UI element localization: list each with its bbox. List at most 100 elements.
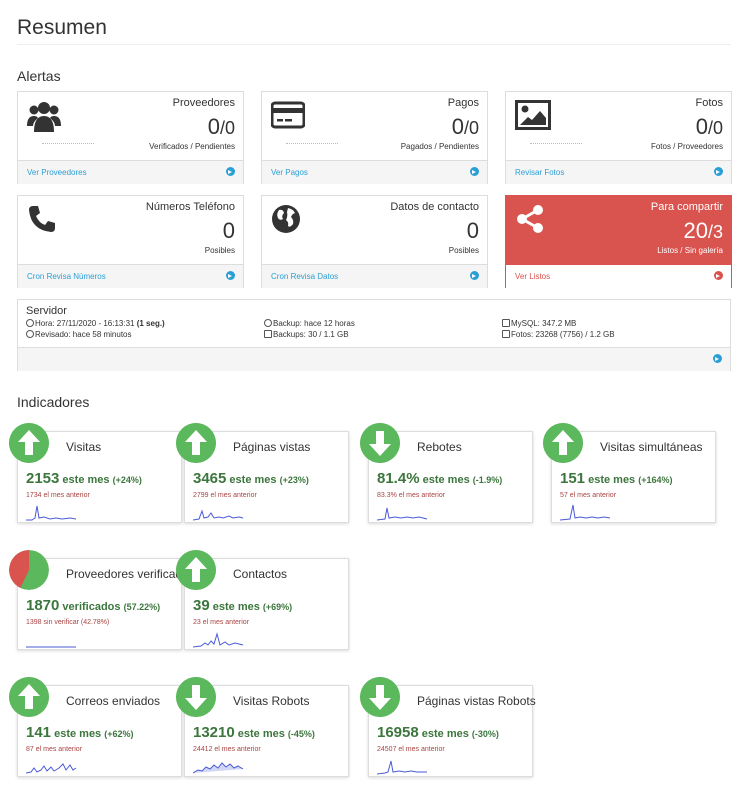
alert-footer[interactable]: Ver Proveedores: [18, 160, 243, 184]
indicator-name: Correos enviados: [66, 694, 161, 708]
indicator-name: Rebotes: [417, 440, 462, 454]
ver-pagos-link[interactable]: Ver Pagos: [271, 168, 308, 177]
indicator-name: Contactos: [233, 567, 288, 581]
page-title: Resumen: [17, 16, 107, 39]
alert-numeros-telefono: Números Teléfono 0 Posibles Cron Revisa …: [17, 195, 244, 288]
alert-value: 0: [466, 218, 479, 243]
alert-fotos: Fotos 0/0 Fotos / Proveedores Revisar Fo…: [505, 91, 732, 184]
sparkline: [193, 509, 244, 521]
indicator-card: Visitas 2153 este mes (+24%) 1734 el mes…: [9, 423, 182, 523]
indicator-previous: 1734 el mes anterior: [26, 492, 90, 499]
server-title: Servidor: [26, 305, 67, 317]
indicator-name: Páginas vistas: [233, 440, 311, 454]
indicator-name: Visitas: [66, 440, 102, 454]
indicator-previous: 83.3% el mes anterior: [377, 492, 446, 499]
server-panel: Servidor Hora: 27/11/2020 - 16:13:31 (1 …: [17, 299, 731, 371]
arrow-right-icon[interactable]: [714, 167, 723, 176]
arrow-right-icon[interactable]: [470, 167, 479, 176]
ver-proveedores-link[interactable]: Ver Proveedores: [27, 168, 87, 177]
indicator-card: Visitas Robots 13210 este mes (-45%) 244…: [176, 677, 349, 777]
indicator-value: 141 este mes (+62%): [26, 724, 134, 741]
arrow-right-icon[interactable]: [226, 167, 235, 176]
server-fotos: Fotos: 23268 (7756) / 1.2 GB: [502, 330, 615, 339]
alert-subtitle: Posibles: [204, 246, 235, 255]
indicator-value: 1870 verificados (57.22%): [26, 597, 161, 614]
server-backup: Backup: hace 12 horas: [264, 319, 355, 328]
revisar-fotos-link[interactable]: Revisar Fotos: [515, 168, 564, 177]
alert-para-compartir: Para compartir 20/3 Listos / Sin galería…: [505, 195, 732, 288]
indicator-card: Visitas simultáneas 151 este mes (+164%)…: [543, 423, 716, 523]
sparkline: [26, 646, 76, 648]
clock-icon: [26, 330, 34, 338]
alert-footer[interactable]: Ver Listos: [506, 264, 731, 288]
sparkline: [560, 504, 611, 521]
arrow-right-icon[interactable]: [226, 271, 235, 280]
indicator-previous: 23 el mes anterior: [193, 619, 250, 626]
arrow-down-icon: [360, 423, 400, 463]
alert-subtitle: Posibles: [448, 246, 479, 255]
sparkline: [377, 507, 428, 521]
indicator-value: 39 este mes (+69%): [193, 597, 293, 614]
indicator-card: Proveedores verificados 1870 verificados…: [9, 550, 195, 650]
arrow-up-icon: [9, 677, 49, 717]
title-divider: [17, 44, 731, 45]
alert-pagos: Pagos 0/0 Pagados / Pendientes Ver Pagos: [261, 91, 488, 184]
alert-label: Números Teléfono: [145, 201, 235, 213]
indicator-previous: 87 el mes anterior: [26, 746, 83, 753]
arrow-right-icon[interactable]: [470, 271, 479, 280]
alert-footer[interactable]: Cron Revisa Números: [18, 264, 243, 288]
server-footer[interactable]: [18, 347, 730, 371]
indicator-card: Páginas vistas Robots 16958 este mes (-3…: [360, 677, 536, 777]
users-icon: [27, 102, 61, 132]
alert-footer[interactable]: Revisar Fotos: [506, 160, 731, 184]
share-icon: [517, 205, 543, 233]
alert-value: 0: [222, 218, 235, 243]
alert-subtitle: Fotos / Proveedores: [650, 142, 723, 151]
indicator-previous: 24507 el mes anterior: [377, 746, 445, 753]
indicator-previous: 57 el mes anterior: [560, 492, 617, 499]
ver-listos-link[interactable]: Ver Listos: [515, 272, 550, 281]
server-hora: Hora: 27/11/2020 - 16:13:31 (1 seg.): [26, 319, 165, 328]
arrow-right-icon[interactable]: [714, 271, 723, 280]
alert-value: 0/0: [451, 114, 479, 139]
arrow-down-icon: [360, 677, 400, 717]
alert-footer[interactable]: Cron Revisa Datos: [262, 264, 487, 288]
credit-card-icon: [271, 101, 305, 129]
indicators-heading: Indicadores: [17, 394, 90, 410]
arrow-up-icon: [176, 423, 216, 463]
server-mysql: MySQL: 347.2 MB: [502, 319, 576, 328]
indicator-value: 3465 este mes (+23%): [193, 470, 309, 487]
sparkline: [26, 763, 77, 774]
indicator-value: 2153 este mes (+24%): [26, 470, 142, 487]
life-ring-icon: [264, 319, 272, 327]
archive-icon: [264, 330, 272, 338]
indicator-value: 13210 este mes (-45%): [193, 724, 315, 741]
phone-icon: [29, 206, 55, 232]
sparkline: [377, 760, 427, 775]
database-icon: [502, 319, 510, 327]
indicator-value: 81.4% este mes (-1.9%): [377, 470, 503, 487]
arrow-down-icon: [176, 677, 216, 717]
alert-value: 0/0: [695, 114, 723, 139]
alert-value: 20/3: [683, 218, 724, 243]
arrow-up-icon: [543, 423, 583, 463]
alert-footer[interactable]: Ver Pagos: [262, 160, 487, 184]
arrow-up-icon: [176, 550, 216, 590]
arrow-right-icon[interactable]: [713, 354, 722, 363]
indicator-card: Contactos 39 este mes (+69%) 23 el mes a…: [176, 550, 349, 650]
cron-revisa-numeros-link[interactable]: Cron Revisa Números: [27, 272, 106, 281]
indicator-previous: 2799 el mes anterior: [193, 492, 257, 499]
globe-icon: [272, 205, 300, 233]
image-icon: [502, 330, 510, 338]
indicator-previous: 24412 el mes anterior: [193, 746, 261, 753]
server-revisado: Revisado: hace 58 minutos: [26, 330, 132, 339]
alert-proveedores: Proveedores 0/0 Verificados / Pendientes…: [17, 91, 244, 184]
cron-revisa-datos-link[interactable]: Cron Revisa Datos: [271, 272, 338, 281]
arrow-up-icon: [9, 423, 49, 463]
alert-subtitle: Verificados / Pendientes: [149, 142, 235, 151]
indicator-name: Visitas Robots: [233, 694, 310, 708]
alert-subtitle: Pagados / Pendientes: [400, 142, 479, 151]
indicator-value: 151 este mes (+164%): [560, 470, 673, 487]
indicator-value: 16958 este mes (-30%): [377, 724, 499, 741]
alert-datos-contacto: Datos de contacto 0 Posibles Cron Revisa…: [261, 195, 488, 288]
